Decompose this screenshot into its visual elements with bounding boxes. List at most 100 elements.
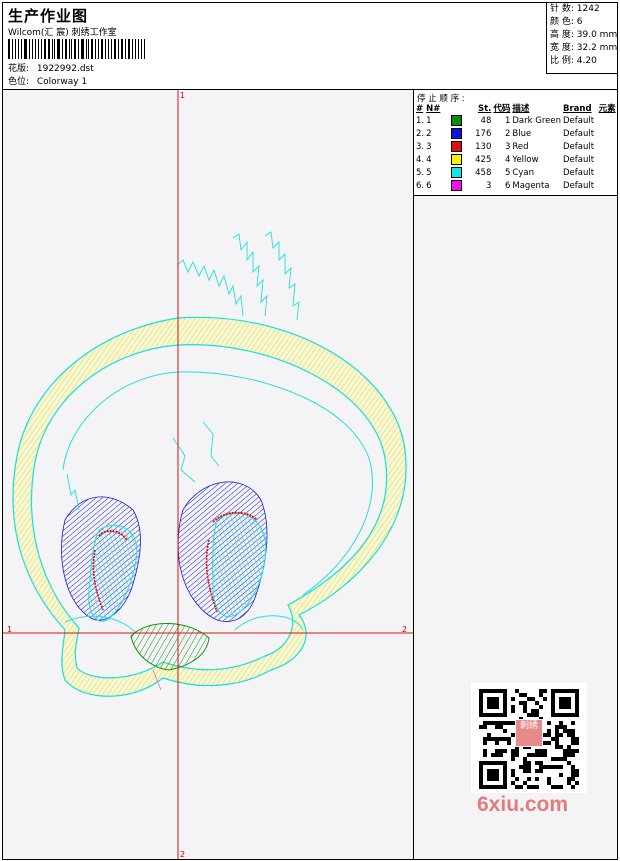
row-description: Magenta — [512, 181, 550, 191]
colorway-name: Colorway 1 — [36, 77, 88, 87]
row-element — [598, 167, 617, 180]
barcode — [8, 39, 146, 59]
barcode-bar — [128, 39, 130, 59]
design-label: 花版: — [8, 64, 30, 74]
row-swatch-stitches: 425 — [450, 154, 492, 167]
barcode-bar — [41, 39, 42, 59]
page-title: 生产作业图 — [8, 7, 89, 25]
qr-center-stamp: 刺绣 — [515, 719, 543, 747]
col-stitches: St. — [477, 104, 492, 114]
row-brand: Default — [563, 142, 595, 152]
barcode-bar — [97, 39, 99, 59]
table-row: 5. 5 458 5 Cyan Default — [415, 167, 617, 180]
watermark: 6xiu.com — [477, 793, 569, 816]
color-swatch — [451, 154, 463, 165]
row-swatch-stitches: 3 — [450, 180, 492, 193]
col-description: 描述 — [512, 104, 530, 114]
row-needle: 3 — [426, 142, 432, 152]
barcode-bar — [85, 39, 87, 59]
color-swatch — [451, 180, 463, 191]
col-code: 代码 — [493, 104, 511, 114]
row-code: 6 — [504, 181, 511, 191]
stop-sequence: 停 止 顺 序 : # N# St. 代码 描述 Brand 元素 1. 1 48 1… — [414, 90, 617, 196]
row-swatch-stitches: 458 — [450, 167, 492, 180]
barcode-bar — [74, 39, 76, 59]
row-stitches: 130 — [475, 142, 492, 152]
row-index: 3. — [416, 142, 425, 152]
barcode-bar — [131, 39, 133, 59]
row-description: Blue — [512, 129, 532, 139]
row-needle: 2 — [426, 129, 432, 139]
stat-colors: 颜 色: 6 — [550, 17, 583, 27]
row-description: Yellow — [512, 155, 539, 165]
row-stitches: 425 — [475, 155, 492, 165]
embroidery-drawing — [3, 90, 413, 859]
table-header: # N# St. 代码 描述 Brand 元素 — [415, 103, 617, 115]
barcode-bar — [144, 39, 146, 59]
left-eye — [61, 473, 141, 622]
row-stitches: 3 — [485, 181, 492, 191]
production-sheet: 生产作业图 Wilcom(汇 宸) 刺绣工作室 花版: 1922992.dst … — [2, 2, 618, 860]
color-swatch — [451, 141, 463, 152]
right-eye — [172, 421, 268, 622]
row-index: 6. — [416, 181, 425, 191]
row-description: Cyan — [512, 168, 534, 178]
barcode-bar — [17, 39, 20, 59]
barcode-bar — [68, 39, 70, 59]
col-index: # — [416, 104, 424, 114]
row-description: Dark Green — [512, 116, 562, 126]
barcode-bar — [104, 39, 107, 59]
hair-tufts — [176, 231, 300, 321]
table-row: 2. 2 176 2 Blue Default — [415, 128, 617, 141]
colorway-line: 色位: Colorway 1 — [8, 74, 87, 87]
row-code: 5 — [504, 168, 511, 178]
header: 生产作业图 Wilcom(汇 宸) 刺绣工作室 花版: 1922992.dst … — [3, 3, 618, 90]
barcode-bar — [28, 39, 30, 59]
stat-height: 高 度: 39.0 mm — [550, 30, 618, 40]
row-code: 2 — [504, 129, 511, 139]
row-brand: Default — [563, 129, 595, 139]
design-file-name: 1922992.dst — [36, 64, 94, 74]
row-stitches: 48 — [480, 116, 492, 126]
barcode-bar — [117, 39, 119, 59]
row-element — [598, 128, 617, 141]
color-swatch — [451, 167, 463, 178]
row-brand: Default — [563, 181, 595, 191]
barcode-bar — [141, 39, 143, 59]
table-row: 1. 1 48 1 Dark Green Default — [415, 115, 617, 128]
row-stitches: 458 — [475, 168, 492, 178]
colorway-label: 色位: — [8, 77, 30, 87]
row-swatch-stitches: 176 — [450, 128, 492, 141]
row-needle: 4 — [426, 155, 432, 165]
col-brand: Brand — [563, 104, 592, 114]
stat-width: 宽 度: 32.2 mm — [550, 43, 618, 53]
barcode-bar — [80, 39, 84, 59]
barcode-bar — [47, 39, 50, 59]
stat-scale: 比 例: 4.20 — [550, 56, 597, 66]
row-code: 4 — [504, 155, 511, 165]
stat-stitches: 针 数: 1242 — [550, 4, 600, 14]
barcode-bar — [91, 39, 93, 59]
row-needle: 1 — [426, 116, 432, 126]
color-table: # N# St. 代码 描述 Brand 元素 1. 1 48 1 Dark Green… — [415, 103, 617, 193]
barcode-bar — [114, 39, 116, 59]
row-element — [598, 180, 617, 193]
col-needle: N# — [426, 104, 441, 114]
barcode-bar — [120, 39, 124, 59]
row-swatch-stitches: 48 — [450, 115, 492, 128]
barcode-bar — [111, 39, 112, 59]
table-row: 4. 4 425 4 Yellow Default — [415, 154, 617, 167]
barcode-bar — [14, 39, 16, 59]
barcode-bar — [125, 39, 127, 59]
barcode-bar — [88, 39, 90, 59]
barcode-bar — [134, 39, 136, 59]
row-code: 3 — [504, 142, 511, 152]
barcode-bar — [108, 39, 110, 59]
side-panel: 停 止 顺 序 : # N# St. 代码 描述 Brand 元素 1. 1 48 1… — [414, 90, 617, 859]
axis-label-bottom: 2 — [180, 850, 186, 859]
row-brand: Default — [563, 155, 595, 165]
barcode-bar — [38, 39, 40, 59]
row-index: 4. — [416, 155, 425, 165]
qr-code: 刺绣 — [471, 683, 587, 793]
barcode-bar — [137, 39, 140, 59]
